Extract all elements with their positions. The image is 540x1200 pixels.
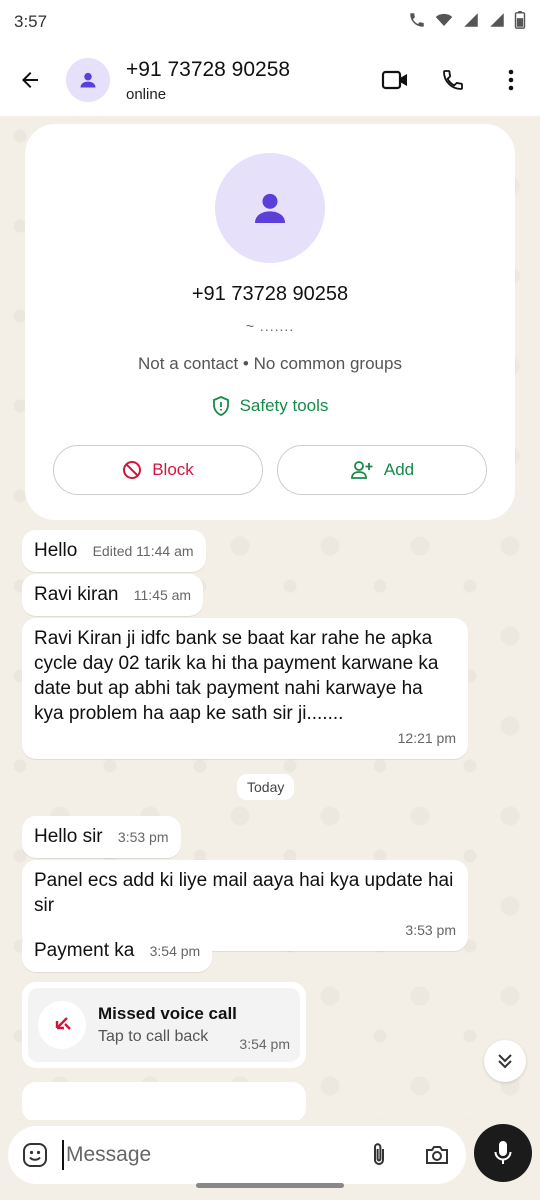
chat-header: +91 73728 90258 online [0, 44, 540, 116]
message-text: Ravi kiran [34, 584, 119, 605]
message-bubble[interactable]: Hello sir 3:53 pm [22, 816, 181, 858]
voice-call-button[interactable] [424, 50, 482, 110]
message-bubble[interactable]: Ravi Kiran ji idfc bank se baat kar rahe… [22, 618, 468, 759]
message-input-bar [8, 1126, 466, 1184]
date-separator: Today [237, 774, 295, 800]
header-actions [366, 50, 540, 110]
person-icon [255, 193, 285, 223]
missed-call-icon [38, 1001, 86, 1049]
scroll-to-bottom-button[interactable] [484, 1040, 526, 1082]
phone-icon [443, 70, 463, 90]
message-text: Payment ka [34, 940, 135, 961]
emoji-sticker-button[interactable] [8, 1126, 62, 1184]
block-icon [123, 461, 142, 479]
message-time: 3:54 pm [239, 1036, 290, 1052]
message-text: Hello [34, 540, 78, 561]
message-time: Edited 11:44 am [92, 543, 194, 559]
back-arrow-icon [22, 72, 38, 88]
more-vertical-icon [508, 69, 514, 91]
more-options-button[interactable] [482, 50, 540, 110]
block-button[interactable]: Block [53, 445, 263, 495]
message-bubble[interactable] [22, 1082, 306, 1120]
missed-call-subtitle: Tap to call back [98, 1028, 209, 1045]
block-label: Block [152, 460, 194, 479]
add-contact-button[interactable]: Add [277, 445, 487, 495]
person-icon [80, 72, 96, 88]
chat-title-area[interactable]: +91 73728 90258 online [126, 58, 366, 103]
shield-icon [212, 396, 229, 416]
chat-area[interactable]: +91 73728 90258 ~ ....... Not a contact … [0, 116, 540, 1120]
video-call-button[interactable] [366, 50, 424, 110]
missed-call-content: Missed voice call Tap to call back 3:54 … [28, 988, 300, 1062]
safety-tools-label: Safety tools [239, 396, 329, 415]
message-input[interactable] [62, 1140, 350, 1170]
status-bar: 3:57 [0, 0, 540, 44]
contact-avatar [215, 153, 325, 263]
wifi-icon [434, 11, 454, 34]
add-person-icon [350, 461, 373, 479]
wifi-call-icon [408, 11, 426, 34]
message-text: Panel ecs add ki liye mail aaya hai kya … [34, 870, 454, 916]
message-bubble[interactable]: Payment ka 3:54 pm [22, 930, 213, 972]
chat-title: +91 73728 90258 [126, 57, 291, 81]
signal-icon-2 [488, 11, 506, 34]
attach-button[interactable] [350, 1126, 408, 1184]
double-chevron-down-icon [498, 1054, 512, 1069]
back-button[interactable] [0, 44, 60, 116]
avatar[interactable] [66, 58, 110, 102]
missed-call-title: Missed voice call [98, 1004, 237, 1023]
contact-info-card: +91 73728 90258 ~ ....... Not a contact … [25, 124, 515, 520]
contact-actions: Block Add [53, 445, 487, 495]
message-text: Hello sir [34, 826, 103, 847]
camera-button[interactable] [408, 1126, 466, 1184]
paperclip-icon [374, 1143, 384, 1165]
voice-message-button[interactable] [474, 1124, 532, 1182]
message-bubble[interactable]: Ravi kiran 11:45 am [22, 574, 204, 616]
status-icons [408, 10, 526, 34]
message-time: 3:53 pm [117, 829, 169, 845]
video-camera-icon [381, 70, 407, 90]
chat-status: online [126, 85, 167, 103]
message-composer [0, 1120, 540, 1200]
add-label: Add [383, 460, 415, 479]
contact-phone: +91 73728 90258 [191, 283, 349, 305]
camera-icon [426, 1146, 448, 1164]
message-time: 11:45 am [133, 587, 192, 603]
message-text: Ravi Kiran ji idfc bank se baat kar rahe… [34, 628, 439, 724]
status-time: 3:57 [14, 12, 48, 31]
signal-icon [462, 11, 480, 34]
contact-name: ~ ....... [245, 318, 295, 334]
home-indicator[interactable] [196, 1183, 344, 1188]
microphone-icon [494, 1141, 512, 1164]
message-time: 12:21 pm [397, 730, 456, 746]
contact-info-text: Not a contact • No common groups [138, 354, 402, 373]
message-time: 3:54 pm [149, 943, 201, 959]
message-bubble[interactable]: Hello Edited 11:44 am [22, 530, 206, 572]
sticker-icon [23, 1143, 47, 1167]
missed-call-bubble[interactable]: Missed voice call Tap to call back 3:54 … [22, 982, 306, 1068]
safety-tools-link[interactable]: Safety tools [25, 396, 515, 416]
battery-icon [514, 10, 526, 34]
